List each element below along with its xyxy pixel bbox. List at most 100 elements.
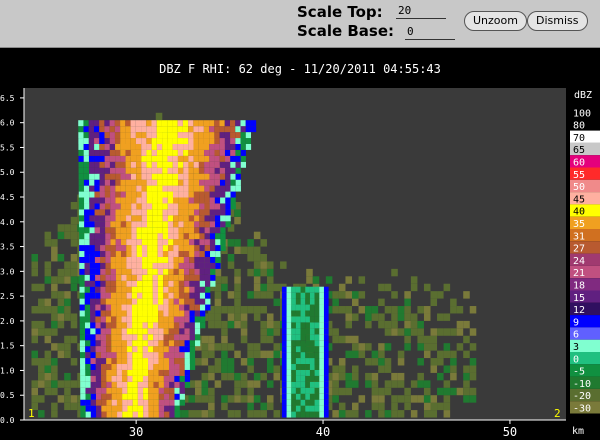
echo-cell bbox=[131, 221, 137, 228]
legend-label: 65 bbox=[573, 145, 585, 156]
echo-cell bbox=[162, 185, 168, 192]
echo-cell bbox=[178, 179, 184, 186]
echo-cell bbox=[80, 358, 86, 365]
echo-cell bbox=[456, 328, 464, 336]
echo-cell bbox=[136, 203, 142, 210]
echo-cell bbox=[169, 369, 175, 376]
echo-cell bbox=[137, 346, 143, 353]
echo-cell bbox=[234, 313, 241, 321]
echo-cell bbox=[172, 191, 179, 198]
echo-cell bbox=[319, 369, 324, 376]
echo-cell bbox=[156, 149, 163, 156]
echo-cell bbox=[167, 138, 173, 144]
echo-cell bbox=[188, 132, 194, 139]
echo-cell bbox=[85, 399, 91, 406]
echo-cell bbox=[198, 155, 205, 162]
echo-cell bbox=[38, 372, 45, 381]
echo-cell bbox=[38, 283, 45, 292]
echo-cell bbox=[146, 191, 153, 198]
echo-cell bbox=[203, 126, 210, 133]
echo-cell bbox=[105, 209, 111, 216]
echo-cell bbox=[309, 375, 315, 382]
echo-cell bbox=[130, 155, 137, 162]
y-tick-label: 3.5 bbox=[0, 243, 15, 252]
echo-cell bbox=[281, 411, 287, 418]
echo-cell bbox=[245, 120, 251, 127]
echo-cell bbox=[89, 173, 95, 180]
echo-cell bbox=[188, 167, 194, 174]
echo-cell bbox=[158, 411, 165, 418]
echo-cell bbox=[463, 291, 470, 299]
echo-cell bbox=[79, 316, 85, 323]
echo-cell bbox=[198, 167, 205, 174]
echo-cell bbox=[109, 132, 115, 139]
echo-cell bbox=[70, 320, 78, 329]
echo-cell bbox=[95, 328, 101, 335]
echo-cell bbox=[114, 138, 121, 144]
echo-cell bbox=[286, 328, 292, 335]
echo-cell bbox=[155, 112, 163, 121]
echo-cell bbox=[179, 375, 185, 382]
echo-cell bbox=[151, 143, 157, 150]
echo-cell bbox=[173, 197, 179, 204]
echo-cell bbox=[146, 138, 152, 144]
echo-cell bbox=[184, 298, 190, 305]
echo-cell bbox=[338, 358, 346, 366]
echo-cell bbox=[89, 286, 96, 293]
echo-cell bbox=[163, 274, 169, 281]
echo-cell bbox=[177, 132, 183, 139]
echo-cell bbox=[51, 246, 58, 254]
echo-cell bbox=[121, 298, 127, 305]
echo-cell bbox=[89, 268, 96, 275]
echo-cell bbox=[147, 280, 153, 287]
echo-cell bbox=[323, 369, 329, 376]
echo-cell bbox=[115, 197, 121, 204]
echo-cell bbox=[338, 410, 346, 418]
echo-cell bbox=[225, 179, 231, 186]
echo-cell bbox=[121, 328, 127, 335]
echo-cell bbox=[94, 203, 100, 210]
echo-cell bbox=[85, 364, 91, 370]
echo-cell bbox=[281, 346, 287, 353]
echo-cell bbox=[189, 280, 195, 287]
echo-cell bbox=[89, 179, 95, 186]
echo-cell bbox=[273, 365, 281, 373]
echo-cell bbox=[195, 387, 202, 396]
echo-cell bbox=[260, 268, 267, 277]
echo-cell bbox=[157, 245, 163, 252]
echo-cell bbox=[291, 381, 296, 388]
echo-cell bbox=[157, 173, 163, 180]
echo-cell bbox=[179, 381, 185, 388]
echo-cell bbox=[189, 304, 195, 311]
legend-label: 100 bbox=[573, 108, 591, 119]
echo-cell bbox=[306, 268, 313, 277]
echo-cell bbox=[338, 387, 346, 396]
echo-cell bbox=[179, 346, 185, 353]
echo-cell bbox=[167, 161, 173, 168]
echo-cell bbox=[235, 155, 241, 162]
echo-cell bbox=[208, 320, 215, 329]
echo-cell bbox=[300, 369, 306, 376]
echo-cell bbox=[247, 239, 254, 247]
echo-cell bbox=[51, 283, 58, 292]
echo-cell bbox=[120, 155, 126, 162]
echo-cell bbox=[286, 399, 292, 406]
echo-cell bbox=[273, 298, 281, 307]
echo-cell bbox=[323, 292, 329, 299]
echo-cell bbox=[120, 221, 127, 228]
echo-cell bbox=[70, 224, 78, 232]
echo-cell bbox=[51, 387, 58, 396]
echo-cell bbox=[127, 369, 133, 376]
echo-cell bbox=[157, 221, 163, 228]
echo-cell bbox=[163, 292, 169, 299]
echo-cell bbox=[323, 286, 329, 293]
echo-cell bbox=[116, 292, 122, 299]
echo-cell bbox=[352, 365, 359, 373]
echo-cell bbox=[469, 395, 477, 403]
echo-cell bbox=[141, 185, 147, 192]
echo-cell bbox=[84, 322, 91, 329]
echo-cell bbox=[84, 280, 90, 287]
echo-cell bbox=[141, 245, 148, 252]
echo-cell bbox=[111, 358, 117, 365]
echo-cell bbox=[463, 365, 470, 373]
